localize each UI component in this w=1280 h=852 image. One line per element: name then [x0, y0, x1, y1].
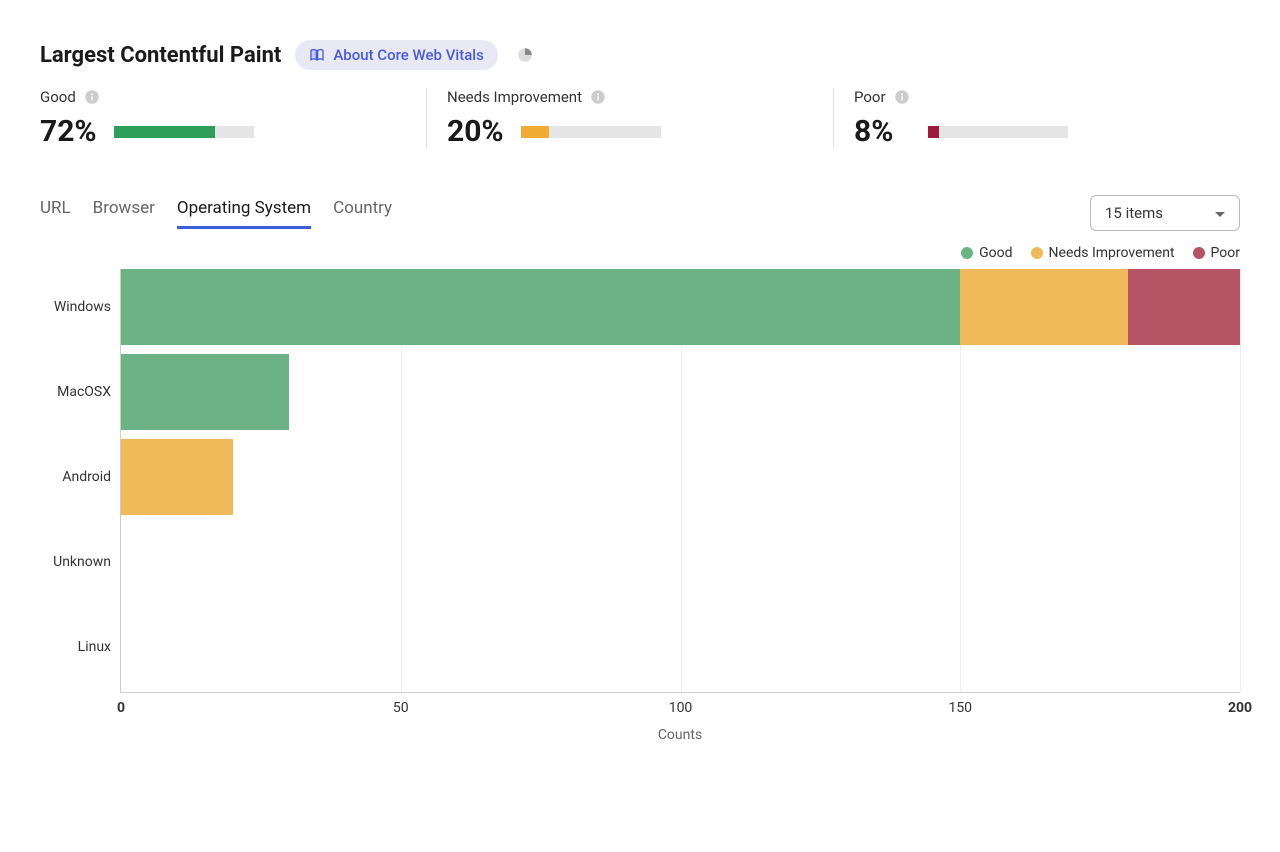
- legend-item-good[interactable]: Good: [961, 245, 1012, 261]
- items-dropdown[interactable]: 15 items: [1090, 195, 1240, 231]
- tab-operating-system[interactable]: Operating System: [177, 198, 311, 229]
- chart-legend: Good Needs Improvement Poor: [40, 245, 1240, 261]
- x-tick: 200: [1228, 692, 1252, 716]
- metric-bar: [928, 126, 1068, 138]
- metric-label: Poor: [854, 88, 886, 106]
- y-tick: MacOSX: [57, 384, 121, 400]
- bar-row-unknown: [121, 524, 1240, 600]
- x-tick: 50: [393, 692, 409, 716]
- metric-label: Good: [40, 88, 76, 106]
- bar-segment-good[interactable]: [121, 269, 960, 345]
- tab-browser[interactable]: Browser: [93, 198, 155, 229]
- metrics-summary: Good 72% Needs Improvement 20% Poor: [40, 88, 1240, 149]
- tab-url[interactable]: URL: [40, 198, 71, 229]
- x-tick: 100: [669, 692, 693, 716]
- x-tick: 150: [948, 692, 972, 716]
- bar-row-windows: [121, 269, 1240, 345]
- x-tick: 0: [117, 692, 125, 716]
- y-tick: Unknown: [53, 554, 121, 570]
- legend-item-needs-improvement[interactable]: Needs Improvement: [1031, 245, 1175, 261]
- page-title: Largest Contentful Paint: [40, 43, 281, 68]
- grid-line: [1240, 269, 1241, 692]
- tabs: URL Browser Operating System Country: [40, 198, 392, 229]
- metric-needs-improvement: Needs Improvement 20%: [427, 88, 834, 149]
- info-icon[interactable]: [84, 89, 100, 105]
- legend-label: Poor: [1211, 245, 1240, 261]
- bar-segment-good[interactable]: [121, 354, 289, 430]
- legend-dot: [1031, 247, 1043, 259]
- bar-segment-needs-improvement[interactable]: [960, 269, 1128, 345]
- bar-row-android: [121, 439, 1240, 515]
- info-icon[interactable]: [590, 89, 606, 105]
- about-core-web-vitals-badge[interactable]: About Core Web Vitals: [295, 40, 497, 70]
- chart-toggle-icon[interactable]: [516, 46, 534, 64]
- chevron-down-icon: [1215, 204, 1225, 222]
- bar-segment-poor[interactable]: [1128, 269, 1240, 345]
- x-axis-label: Counts: [120, 727, 1240, 743]
- metric-poor: Poor 8%: [834, 88, 1240, 149]
- metric-value: 8%: [854, 114, 918, 149]
- about-label: About Core Web Vitals: [333, 46, 483, 64]
- y-tick: Android: [62, 469, 121, 485]
- bar-row-linux: [121, 609, 1240, 685]
- metric-value: 20%: [447, 114, 511, 149]
- tabs-row: URL Browser Operating System Country 15 ite…: [40, 195, 1240, 231]
- y-tick: Windows: [54, 299, 121, 315]
- legend-label: Good: [979, 245, 1012, 261]
- metric-value: 72%: [40, 114, 104, 149]
- legend-label: Needs Improvement: [1049, 245, 1175, 261]
- info-icon[interactable]: [894, 89, 910, 105]
- metric-label: Needs Improvement: [447, 88, 582, 106]
- legend-dot: [1193, 247, 1205, 259]
- metric-bar: [521, 126, 661, 138]
- metric-bar: [114, 126, 254, 138]
- legend-dot: [961, 247, 973, 259]
- header: Largest Contentful Paint About Core Web …: [40, 40, 1240, 70]
- bar-row-macosx: [121, 354, 1240, 430]
- chart-plot: 050100150200WindowsMacOSXAndroidUnknownL…: [120, 269, 1240, 693]
- y-tick: Linux: [78, 639, 121, 655]
- book-icon: [309, 47, 325, 63]
- tab-country[interactable]: Country: [333, 198, 392, 229]
- bar-segment-needs-improvement[interactable]: [121, 439, 233, 515]
- chart: 050100150200WindowsMacOSXAndroidUnknownL…: [40, 269, 1240, 793]
- dropdown-label: 15 items: [1105, 204, 1163, 222]
- metric-good: Good 72%: [40, 88, 427, 149]
- legend-item-poor[interactable]: Poor: [1193, 245, 1240, 261]
